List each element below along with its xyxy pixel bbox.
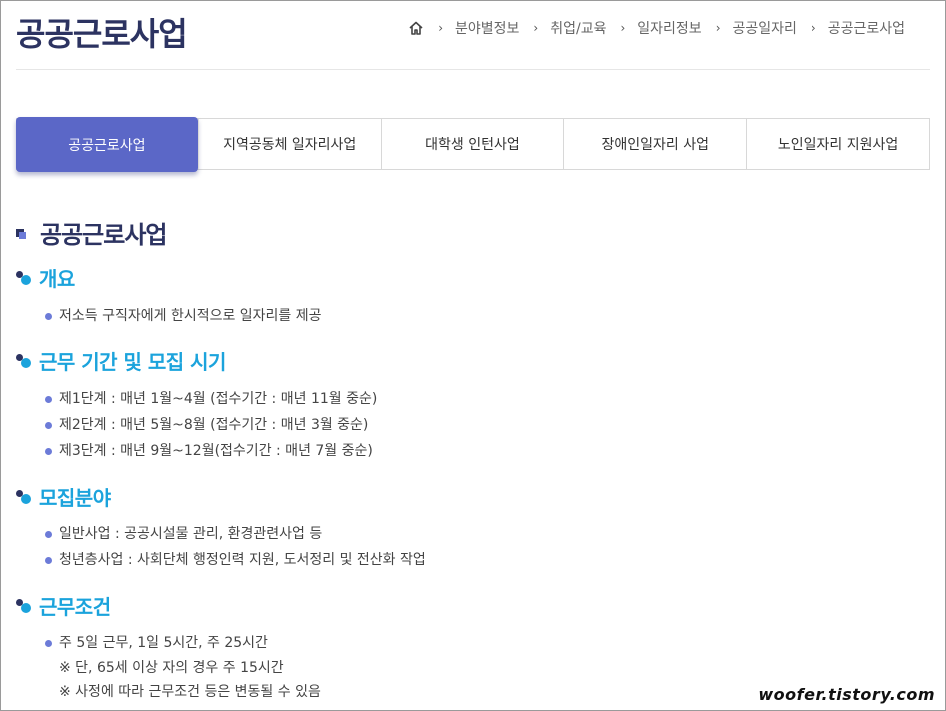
dot-bullet-icon bbox=[16, 597, 34, 615]
page-frame: 공공근로사업 › 분야별정보 › 취업/교육 › 일자리정보 › 공공일자리 ›… bbox=[0, 0, 946, 711]
breadcrumb-item-job-info[interactable]: 일자리정보 bbox=[637, 18, 701, 38]
bullet-icon bbox=[45, 640, 52, 647]
square-bullet-icon bbox=[16, 228, 26, 239]
page-title: 공공근로사업 bbox=[16, 15, 188, 53]
list-item-text: 주 5일 근무, 1일 5시간, 주 25시간 bbox=[59, 635, 268, 651]
section-title: 근무 기간 및 모집 시기 bbox=[39, 350, 226, 374]
list-item: 제2단계 : 매년 5월~8월 (접수기간 : 매년 3월 중순) bbox=[45, 412, 377, 438]
breadcrumb-item-current[interactable]: 공공근로사업 bbox=[828, 18, 905, 38]
dot-bullet-icon bbox=[16, 352, 34, 370]
breadcrumb: › 분야별정보 › 취업/교육 › 일자리정보 › 공공일자리 › 공공근로사업 bbox=[408, 18, 905, 38]
section-list-period: 제1단계 : 매년 1월~4월 (접수기간 : 매년 11월 중순) 제2단계 … bbox=[45, 386, 377, 464]
note-text: ※ 사정에 따라 근무조건 등은 변동될 수 있음 bbox=[59, 684, 321, 700]
home-icon[interactable] bbox=[408, 20, 424, 36]
bullet-icon bbox=[45, 531, 52, 538]
chevron-right-icon: › bbox=[810, 21, 816, 35]
note-item: ※ 사정에 따라 근무조건 등은 변동될 수 있음 bbox=[45, 680, 321, 704]
dot-bullet-icon bbox=[16, 269, 34, 287]
list-item: 저소득 구직자에게 한시적으로 일자리를 제공 bbox=[45, 303, 322, 329]
tab-community-jobs[interactable]: 지역공동체 일자리사업 bbox=[197, 119, 381, 169]
chevron-right-icon: › bbox=[715, 21, 721, 35]
list-item: 일반사업 : 공공시설물 관리, 환경관련사업 등 bbox=[45, 521, 426, 547]
bullet-icon bbox=[45, 396, 52, 403]
tab-student-intern[interactable]: 대학생 인턴사업 bbox=[380, 119, 564, 169]
bullet-icon bbox=[45, 422, 52, 429]
section-title: 개요 bbox=[39, 267, 75, 291]
list-item: 청년층사업 : 사회단체 행정인력 지원, 도서정리 및 전산화 작업 bbox=[45, 547, 426, 573]
breadcrumb-item-public-jobs[interactable]: 공공일자리 bbox=[733, 18, 797, 38]
section-heading-conditions: 근무조건 bbox=[16, 591, 111, 620]
list-item-text: 제1단계 : 매년 1월~4월 (접수기간 : 매년 11월 중순) bbox=[59, 391, 378, 407]
content-heading-text: 공공근로사업 bbox=[40, 221, 167, 249]
list-item: 제1단계 : 매년 1월~4월 (접수기간 : 매년 11월 중순) bbox=[45, 386, 377, 412]
breadcrumb-item-employment-education[interactable]: 취업/교육 bbox=[550, 18, 606, 38]
list-item-text: 일반사업 : 공공시설물 관리, 환경관련사업 등 bbox=[59, 526, 323, 542]
section-list-overview: 저소득 구직자에게 한시적으로 일자리를 제공 bbox=[45, 303, 322, 329]
list-item-text: 제3단계 : 매년 9월~12월(접수기간 : 매년 7월 중순) bbox=[59, 443, 373, 459]
note-text: ※ 단, 65세 이상 자의 경우 주 15시간 bbox=[59, 660, 284, 676]
tab-public-work[interactable]: 공공근로사업 bbox=[16, 117, 198, 172]
tab-disabled-jobs[interactable]: 장애인일자리 사업 bbox=[563, 119, 746, 169]
chevron-right-icon: › bbox=[533, 21, 539, 35]
list-item-text: 청년층사업 : 사회단체 행정인력 지원, 도서정리 및 전산화 작업 bbox=[59, 552, 426, 568]
section-heading-period: 근무 기간 및 모집 시기 bbox=[16, 346, 226, 375]
header-divider bbox=[16, 69, 930, 70]
section-title: 모집분야 bbox=[39, 486, 111, 510]
bullet-icon bbox=[45, 448, 52, 455]
watermark: woofer.tistory.com bbox=[752, 684, 941, 706]
bullet-icon bbox=[45, 557, 52, 564]
section-title: 근무조건 bbox=[39, 595, 111, 619]
chevron-right-icon: › bbox=[620, 21, 626, 35]
content-heading: 공공근로사업 bbox=[16, 215, 167, 250]
tab-bar: 공공근로사업 지역공동체 일자리사업 대학생 인턴사업 장애인일자리 사업 노인… bbox=[16, 117, 930, 172]
tab-senior-jobs[interactable]: 노인일자리 지원사업 bbox=[746, 119, 929, 169]
list-item: 주 5일 근무, 1일 5시간, 주 25시간 bbox=[45, 630, 321, 656]
note-item: ※ 단, 65세 이상 자의 경우 주 15시간 bbox=[45, 656, 321, 680]
dot-bullet-icon bbox=[16, 488, 34, 506]
bullet-icon bbox=[45, 313, 52, 320]
list-item: 제3단계 : 매년 9월~12월(접수기간 : 매년 7월 중순) bbox=[45, 438, 377, 464]
breadcrumb-item-field-info[interactable]: 분야별정보 bbox=[455, 18, 519, 38]
section-list-fields: 일반사업 : 공공시설물 관리, 환경관련사업 등 청년층사업 : 사회단체 행… bbox=[45, 521, 426, 573]
list-item-text: 저소득 구직자에게 한시적으로 일자리를 제공 bbox=[59, 308, 322, 324]
section-list-conditions: 주 5일 근무, 1일 5시간, 주 25시간 ※ 단, 65세 이상 자의 경… bbox=[45, 630, 321, 704]
list-item-text: 제2단계 : 매년 5월~8월 (접수기간 : 매년 3월 중순) bbox=[59, 417, 369, 433]
chevron-right-icon: › bbox=[438, 21, 443, 35]
section-heading-overview: 개요 bbox=[16, 263, 75, 292]
section-heading-fields: 모집분야 bbox=[16, 482, 111, 511]
